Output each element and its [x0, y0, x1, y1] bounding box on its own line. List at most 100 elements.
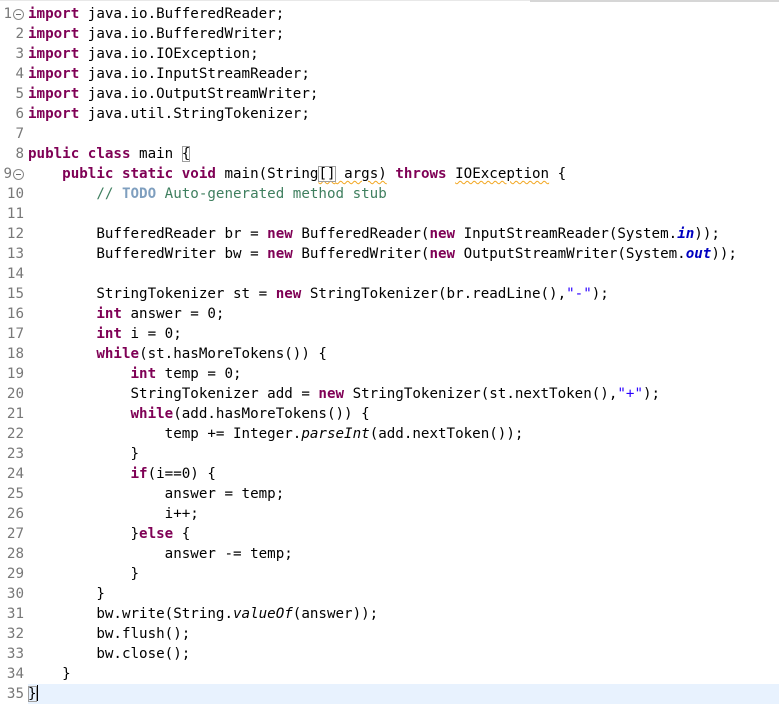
- gutter-row: 5: [0, 84, 26, 104]
- code-token: //: [96, 186, 122, 202]
- code-line[interactable]: while(add.hasMoreTokens()) {: [28, 404, 779, 424]
- code-token: else: [139, 526, 174, 542]
- code-token: while: [96, 346, 140, 362]
- code-line[interactable]: int i = 0;: [28, 324, 779, 344]
- code-line[interactable]: int answer = 0;: [28, 304, 779, 324]
- code-line[interactable]: import java.io.InputStreamReader;: [28, 64, 779, 84]
- line-number: 34: [6, 666, 24, 682]
- code-line[interactable]: temp += Integer.parseInt(add.nextToken()…: [28, 424, 779, 444]
- line-number: 35: [6, 686, 24, 702]
- code-token: StringTokenizer(br.readLine(),: [301, 286, 567, 302]
- code-token: temp = 0;: [156, 366, 242, 382]
- code-token: StringTokenizer st =: [28, 286, 276, 302]
- code-token: new: [429, 246, 456, 262]
- gutter-row: 3: [0, 44, 26, 64]
- code-line[interactable]: bw.write(String.valueOf(answer));: [28, 604, 779, 624]
- code-token: bw.close();: [28, 646, 191, 662]
- gutter-row: 28: [0, 544, 26, 564]
- line-number: 13: [6, 246, 24, 262]
- code-token: valueOf: [233, 606, 293, 622]
- code-line[interactable]: [28, 124, 779, 144]
- code-line[interactable]: }: [28, 664, 779, 684]
- code-token: "-": [566, 286, 592, 302]
- code-line[interactable]: [28, 264, 779, 284]
- line-number: 30: [6, 586, 24, 602]
- code-editor[interactable]: import java.io.BufferedReader; 1 import ja…: [0, 0, 779, 705]
- code-token: new: [267, 246, 293, 262]
- gutter-row: 7: [0, 124, 26, 144]
- gutter-row: 21: [0, 404, 26, 424]
- code-token: {: [549, 166, 567, 182]
- code-token: import: [28, 46, 80, 62]
- code-token: i++;: [28, 506, 199, 522]
- code-token: BufferedWriter(: [292, 246, 430, 262]
- code-line[interactable]: if(i==0) {: [28, 464, 779, 484]
- code-line[interactable]: import java.io.OutputStreamWriter;: [28, 84, 779, 104]
- code-line[interactable]: bw.close();: [28, 644, 779, 664]
- gutter-row: 13: [0, 244, 26, 264]
- code-line[interactable]: StringTokenizer add = new StringTokenize…: [28, 384, 779, 404]
- gutter-row: 12: [0, 224, 26, 244]
- gutter-row: 34: [0, 664, 26, 684]
- line-number: 23: [6, 446, 24, 462]
- code-token: "+": [617, 386, 644, 402]
- code-line[interactable]: answer = temp;: [28, 484, 779, 504]
- code-line[interactable]: import java.io.BufferedReader;: [28, 4, 779, 24]
- code-line[interactable]: bw.flush();: [28, 624, 779, 644]
- code-token: java.util.StringTokenizer;: [79, 106, 310, 122]
- code-token: }: [28, 666, 71, 682]
- gutter-row: 6: [0, 104, 26, 124]
- code-line[interactable]: int temp = 0;: [28, 364, 779, 384]
- line-number: 25: [6, 486, 24, 502]
- gutter-row: 22: [0, 424, 26, 444]
- line-number: 11: [6, 206, 24, 222]
- code-token: (add.hasMoreTokens()) {: [173, 406, 370, 422]
- code-token: IOException: [455, 166, 550, 182]
- code-token: ));: [711, 246, 737, 262]
- fold-toggle-icon[interactable]: [13, 169, 24, 180]
- code-token: temp += Integer.: [28, 426, 302, 442]
- code-line[interactable]: BufferedWriter bw = new BufferedWriter(n…: [28, 244, 779, 264]
- code-token: int: [96, 326, 122, 342]
- code-line[interactable]: }: [28, 564, 779, 584]
- code-token: (i==0) {: [147, 466, 216, 482]
- code-line[interactable]: import java.util.StringTokenizer;: [28, 104, 779, 124]
- code-token: new: [275, 286, 302, 302]
- code-token: StringTokenizer(st.nextToken(),: [344, 386, 618, 402]
- code-line[interactable]: }: [28, 584, 779, 604]
- code-token: java.io.InputStreamReader;: [79, 66, 310, 82]
- line-number: 17: [6, 326, 24, 342]
- code-token: answer -= temp;: [28, 546, 293, 562]
- code-line[interactable]: while(st.hasMoreTokens()) {: [28, 344, 779, 364]
- code-token: int: [96, 306, 122, 322]
- code-token: import: [28, 106, 80, 122]
- code-token: }: [28, 586, 105, 602]
- code-line[interactable]: public class main {: [28, 144, 779, 164]
- line-number: 4: [15, 66, 24, 82]
- code-line[interactable]: }: [28, 444, 779, 464]
- code-line[interactable]: }: [28, 684, 779, 704]
- code-line[interactable]: }else {: [28, 524, 779, 544]
- code-line[interactable]: // TODO Auto-generated method stub: [28, 184, 779, 204]
- code-token: throws: [395, 166, 447, 182]
- line-number: 22: [6, 426, 24, 442]
- line-number: 33: [6, 646, 24, 662]
- code-line[interactable]: public static void main(String[] args) t…: [28, 164, 779, 184]
- line-number: 6: [15, 106, 24, 122]
- gutter-row: 33: [0, 644, 26, 664]
- code-line[interactable]: [28, 204, 779, 224]
- line-number: 27: [6, 526, 24, 542]
- code-token: {: [181, 146, 191, 162]
- code-token: }: [28, 446, 140, 462]
- gutter-row: 30: [0, 584, 26, 604]
- code-line[interactable]: i++;: [28, 504, 779, 524]
- code-line[interactable]: answer -= temp;: [28, 544, 779, 564]
- code-line[interactable]: import java.io.BufferedWriter;: [28, 24, 779, 44]
- code-line[interactable]: import java.io.IOException;: [28, 44, 779, 64]
- fold-toggle-icon[interactable]: [13, 9, 24, 20]
- code-token: import: [28, 26, 80, 42]
- code-token: public: [62, 166, 114, 182]
- code-line[interactable]: BufferedReader br = new BufferedReader(n…: [28, 224, 779, 244]
- code-line[interactable]: StringTokenizer st = new StringTokenizer…: [28, 284, 779, 304]
